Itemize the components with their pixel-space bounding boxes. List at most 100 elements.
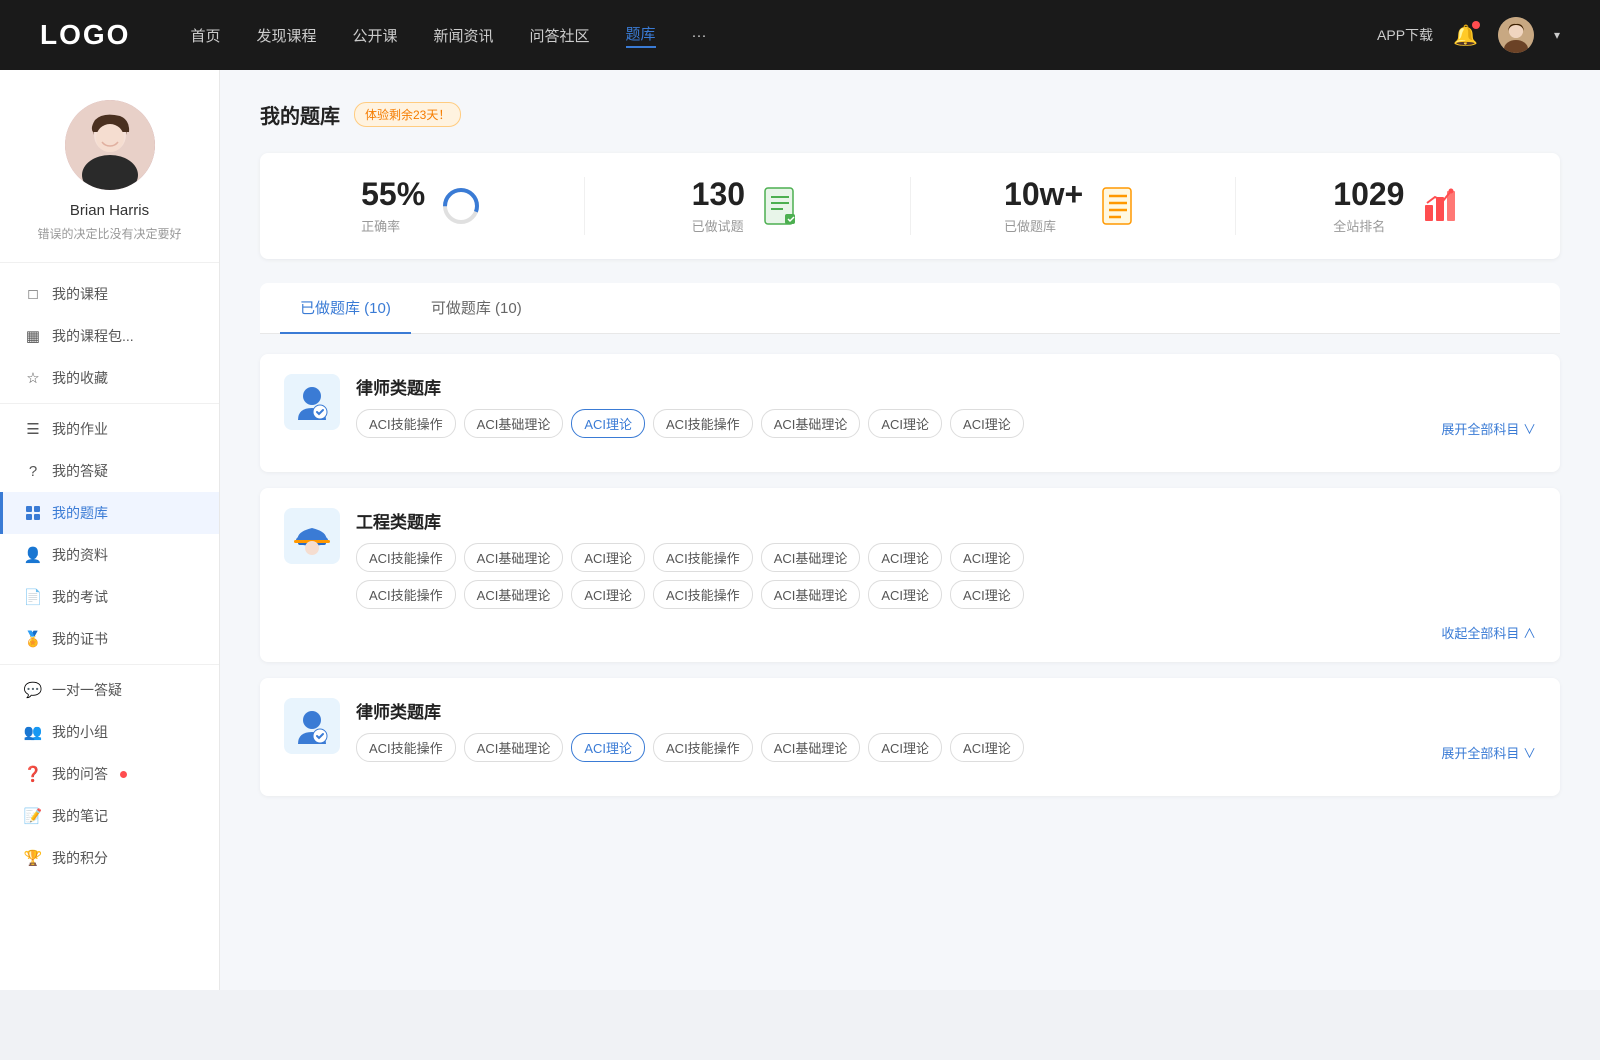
logo[interactable]: LOGO	[40, 19, 130, 51]
tag-1-4[interactable]: ACI基础理论	[761, 409, 861, 438]
doc-green-icon	[759, 184, 803, 228]
grid-icon	[24, 504, 42, 522]
stat-ranking-value: 1029	[1333, 177, 1404, 212]
tag-3-2[interactable]: ACI理论	[571, 733, 645, 762]
tag-3-4[interactable]: ACI基础理论	[761, 733, 861, 762]
sidebar-item-mypackage[interactable]: ▦ 我的课程包...	[0, 315, 219, 357]
sidebar-item-mynote[interactable]: 📝 我的笔记	[0, 795, 219, 837]
sidebar-item-myexam[interactable]: 📄 我的考试	[0, 576, 219, 618]
tag-2b-2[interactable]: ACI理论	[571, 580, 645, 609]
sidebar: Brian Harris 错误的决定比没有决定要好 □ 我的课程 ▦ 我的课程包…	[0, 70, 220, 990]
expand-link-1[interactable]: 展开全部科目 ∨	[1441, 419, 1536, 438]
user-avatar[interactable]	[1498, 17, 1534, 53]
sidebar-item-myqbank[interactable]: 我的题库	[0, 492, 219, 534]
profile-name: Brian Harris	[70, 202, 149, 219]
chat-icon: 💬	[24, 681, 42, 699]
tags-row-1: ACI技能操作 ACI基础理论 ACI理论 ACI技能操作 ACI基础理论 AC…	[356, 409, 1536, 438]
nav-more[interactable]: ···	[692, 27, 707, 44]
qbank-title-1: 律师类题库	[356, 374, 1536, 399]
expand-link-3[interactable]: 展开全部科目 ∨	[1441, 743, 1536, 762]
bar-red-icon	[1418, 184, 1462, 228]
tag-1-1[interactable]: ACI基础理论	[464, 409, 564, 438]
nav-menu: 首页 发现课程 公开课 新闻资讯 问答社区 题库 ···	[190, 23, 1377, 48]
tag-2a-4[interactable]: ACI基础理论	[761, 543, 861, 572]
sidebar-label-mydata: 我的资料	[52, 545, 108, 565]
tag-2b-4[interactable]: ACI基础理论	[761, 580, 861, 609]
tag-1-2[interactable]: ACI理论	[571, 409, 645, 438]
sidebar-label-mypackage: 我的课程包...	[52, 326, 134, 346]
tag-2a-6[interactable]: ACI理论	[950, 543, 1024, 572]
trial-badge: 体验剩余23天！	[354, 102, 461, 127]
stat-ranking-text: 1029 全站排名	[1333, 177, 1404, 235]
sidebar-menu: □ 我的课程 ▦ 我的课程包... ☆ 我的收藏 ☰ 我的作业 ? 我的答	[0, 263, 219, 889]
tab-todo[interactable]: 可做题库 (10)	[411, 283, 542, 334]
sidebar-item-myfavorite[interactable]: ☆ 我的收藏	[0, 357, 219, 399]
tag-2a-5[interactable]: ACI理论	[868, 543, 942, 572]
tag-1-5[interactable]: ACI理论	[868, 409, 942, 438]
tag-2a-0[interactable]: ACI技能操作	[356, 543, 456, 572]
sidebar-item-onetoone[interactable]: 💬 一对一答疑	[0, 669, 219, 711]
tag-2a-3[interactable]: ACI技能操作	[653, 543, 753, 572]
sidebar-item-mycourse[interactable]: □ 我的课程	[0, 273, 219, 315]
cert-icon: 🏅	[24, 630, 42, 648]
tag-3-0[interactable]: ACI技能操作	[356, 733, 456, 762]
page-title: 我的题库	[260, 100, 340, 129]
tag-2b-5[interactable]: ACI理论	[868, 580, 942, 609]
sidebar-label-myqa: 我的答疑	[52, 461, 108, 481]
sidebar-item-mydata[interactable]: 👤 我的资料	[0, 534, 219, 576]
user-menu-chevron[interactable]: ▾	[1554, 28, 1560, 42]
collapse-link-2[interactable]: 收起全部科目 ∧	[1441, 623, 1536, 642]
tags-row-2b: ACI技能操作 ACI基础理论 ACI理论 ACI技能操作 ACI基础理论 AC…	[356, 580, 1536, 609]
tag-2b-6[interactable]: ACI理论	[950, 580, 1024, 609]
tag-3-5[interactable]: ACI理论	[868, 733, 942, 762]
sidebar-label-mycourse: 我的课程	[52, 284, 108, 304]
profile-avatar[interactable]	[65, 100, 155, 190]
sidebar-label-onetoone: 一对一答疑	[52, 680, 122, 700]
tag-1-3[interactable]: ACI技能操作	[653, 409, 753, 438]
tab-done[interactable]: 已做题库 (10)	[280, 283, 411, 334]
tag-3-3[interactable]: ACI技能操作	[653, 733, 753, 762]
nav-news[interactable]: 新闻资讯	[434, 25, 494, 46]
sidebar-item-myhomework[interactable]: ☰ 我的作业	[0, 408, 219, 450]
sidebar-item-myqa[interactable]: ? 我的答疑	[0, 450, 219, 492]
nav-qa[interactable]: 问答社区	[530, 25, 590, 46]
page-header: 我的题库 体验剩余23天！	[260, 100, 1560, 129]
file2-icon: 📄	[24, 588, 42, 606]
tag-1-0[interactable]: ACI技能操作	[356, 409, 456, 438]
main-layout: Brian Harris 错误的决定比没有决定要好 □ 我的课程 ▦ 我的课程包…	[0, 70, 1600, 990]
divider-2	[0, 664, 219, 665]
tag-2a-2[interactable]: ACI理论	[571, 543, 645, 572]
tag-2b-3[interactable]: ACI技能操作	[653, 580, 753, 609]
tag-3-1[interactable]: ACI基础理论	[464, 733, 564, 762]
qbank-header-2: 工程类题库 ACI技能操作 ACI基础理论 ACI理论 ACI技能操作 ACI基…	[284, 508, 1536, 609]
tag-1-6[interactable]: ACI理论	[950, 409, 1024, 438]
sidebar-item-mycert[interactable]: 🏅 我的证书	[0, 618, 219, 660]
sidebar-label-mygroup: 我的小组	[52, 722, 108, 742]
sidebar-item-myanswer[interactable]: ❓ 我的问答	[0, 753, 219, 795]
nav-home[interactable]: 首页	[190, 25, 220, 46]
sidebar-item-mypoints[interactable]: 🏆 我的积分	[0, 837, 219, 879]
tag-2b-0[interactable]: ACI技能操作	[356, 580, 456, 609]
sidebar-item-mygroup[interactable]: 👥 我的小组	[0, 711, 219, 753]
bell-icon[interactable]: 🔔	[1453, 23, 1478, 48]
sidebar-label-mypoints: 我的积分	[52, 848, 108, 868]
app-download[interactable]: APP下载	[1377, 25, 1433, 45]
stat-done-banks-value: 10w+	[1004, 177, 1083, 212]
avatar-image	[1498, 17, 1534, 53]
nav-opencourse[interactable]: 公开课	[352, 25, 397, 46]
qbank-title-3: 律师类题库	[356, 698, 1536, 723]
qbank-header-1: 律师类题库 ACI技能操作 ACI基础理论 ACI理论 ACI技能操作 ACI基…	[284, 374, 1536, 438]
qbank-title-2: 工程类题库	[356, 508, 1536, 533]
qbank-lawyer-icon-1	[284, 374, 340, 430]
tag-3-6[interactable]: ACI理论	[950, 733, 1024, 762]
qa-icon: ❓	[24, 765, 42, 783]
stat-ranking: 1029 全站排名	[1236, 177, 1560, 235]
star-icon: ☆	[24, 369, 42, 387]
score-icon: 🏆	[24, 849, 42, 867]
nav-qbank[interactable]: 题库	[626, 23, 656, 48]
tag-2b-1[interactable]: ACI基础理论	[464, 580, 564, 609]
stat-done-questions-value: 130	[692, 177, 745, 212]
nav-discover[interactable]: 发现课程	[256, 25, 316, 46]
tag-2a-1[interactable]: ACI基础理论	[464, 543, 564, 572]
stat-correctness-label: 正确率	[361, 216, 425, 235]
